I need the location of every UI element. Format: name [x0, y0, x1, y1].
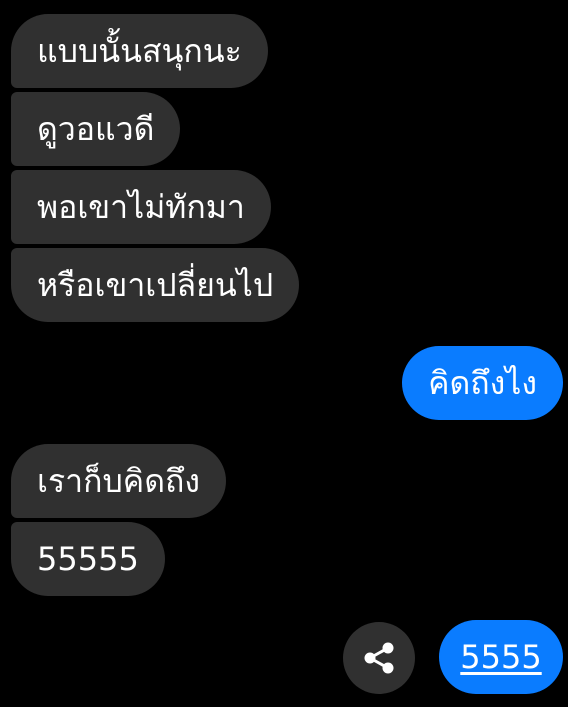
message-text: เราก็บคิดถึง	[37, 462, 200, 500]
message-text: แบบนั้นสนุกนะ	[37, 32, 242, 70]
message-text: 55555	[37, 540, 139, 578]
incoming-message-bubble[interactable]: แบบนั้นสนุกนะ	[11, 14, 268, 88]
message-text: หรือเขาเปลี่ยนไป	[37, 266, 274, 304]
message-text: ดูวอแวดี	[37, 110, 155, 148]
incoming-message-bubble[interactable]: 55555	[11, 522, 165, 596]
outgoing-message-bubble[interactable]: คิดถึงไง	[402, 346, 563, 420]
incoming-message-bubble[interactable]: เราก็บคิดถึง	[11, 444, 226, 518]
message-text: คิดถึงไง	[428, 364, 537, 402]
message-text: พอเขาไม่ทักมา	[37, 188, 245, 226]
incoming-message-bubble[interactable]: หรือเขาเปลี่ยนไป	[11, 248, 300, 322]
incoming-message-bubble[interactable]: ดูวอแวดี	[11, 92, 181, 166]
share-button[interactable]	[343, 622, 415, 694]
incoming-message-bubble[interactable]: พอเขาไม่ทักมา	[11, 170, 271, 244]
share-icon	[361, 640, 397, 676]
message-link[interactable]: 5555	[460, 638, 541, 676]
outgoing-message-bubble[interactable]: 5555	[439, 620, 563, 694]
